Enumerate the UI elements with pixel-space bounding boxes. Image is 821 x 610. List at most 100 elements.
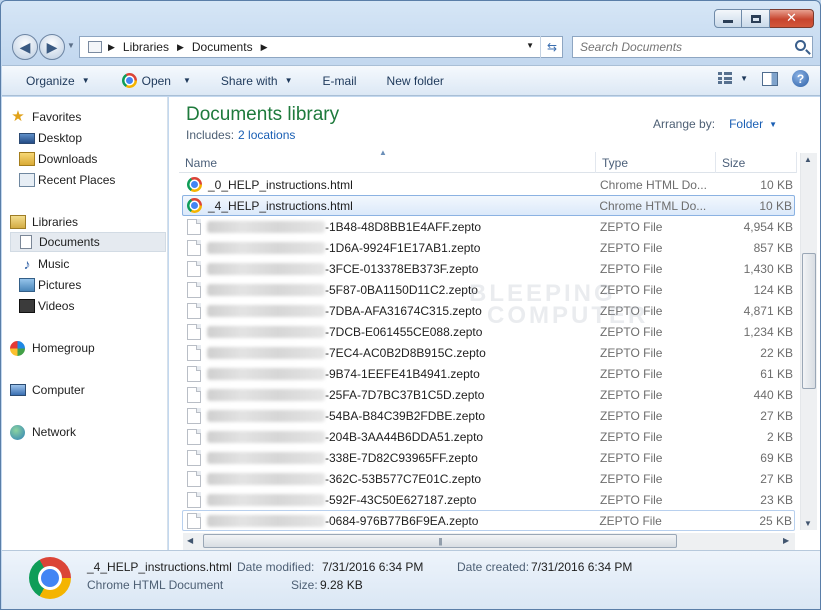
generic-file-icon [187, 302, 201, 319]
nav-downloads[interactable]: Downloads [10, 149, 166, 169]
new-folder-button[interactable]: New folder [367, 69, 454, 92]
breadcrumb-chevron-icon[interactable]: ▶ [261, 42, 268, 53]
table-row[interactable]: -9B74-1EEFE41B4941.zepto ZEPTO File 61 KB [183, 363, 795, 384]
file-name-cell: -204B-3AA44B6DDA51.zepto [183, 428, 596, 445]
nav-pictures[interactable]: Pictures [10, 275, 166, 295]
arrange-by: Arrange by: Folder ▼ [653, 117, 777, 131]
nav-label: Music [38, 257, 70, 271]
table-row[interactable]: -25FA-7D7BC37B1C5D.zepto ZEPTO File 440 KB [183, 384, 795, 405]
file-name-cell: _4_HELP_instructions.html [183, 198, 595, 213]
search-box[interactable] [572, 36, 813, 58]
search-icon[interactable] [795, 40, 806, 51]
file-name: -54BA-B84C39B2FDBE.zepto [325, 408, 486, 423]
generic-file-icon [187, 449, 201, 466]
search-input[interactable] [580, 40, 790, 54]
redacted-filename-prefix [207, 409, 325, 422]
change-view-icon[interactable] [718, 72, 734, 85]
arrange-by-dropdown[interactable]: Folder [729, 117, 763, 131]
nav-music[interactable]: ♪ Music [10, 254, 166, 274]
table-row[interactable]: -338E-7D82C93965FF.zepto ZEPTO File 69 KB [183, 447, 795, 468]
vertical-scroll-thumb[interactable] [802, 253, 816, 389]
scroll-down-icon[interactable]: ▼ [804, 519, 812, 528]
file-name: -7DCB-E061455CE088.zepto [325, 324, 483, 339]
table-row[interactable]: -0684-976B77B6F9EA.zepto ZEPTO File 25 KB [182, 510, 795, 531]
nav-recent-places[interactable]: Recent Places [10, 170, 166, 190]
table-row[interactable]: _4_HELP_instructions.html Chrome HTML Do.… [182, 195, 795, 216]
table-row[interactable]: _0_HELP_instructions.html Chrome HTML Do.… [183, 174, 795, 195]
breadcrumb-chevron-icon[interactable]: ▶ [108, 42, 115, 53]
table-row[interactable]: -362C-53B577C7E01C.zepto ZEPTO File 27 KB [183, 468, 795, 489]
address-dropdown-icon[interactable]: ▼ [526, 41, 534, 50]
refresh-button[interactable]: ⇆ [540, 36, 563, 58]
breadcrumb-libraries[interactable]: Libraries [123, 40, 169, 54]
close-button[interactable]: ✕ [770, 9, 814, 28]
horizontal-scrollbar[interactable]: ◀ ||| ▶ [183, 533, 795, 550]
nav-libraries[interactable]: Libraries [10, 212, 166, 232]
file-type: ZEPTO File [600, 345, 663, 360]
nav-computer[interactable]: Computer [10, 380, 166, 400]
maximize-button[interactable] [742, 9, 770, 28]
vertical-scrollbar[interactable]: ▲ ▼ [800, 153, 817, 530]
help-icon[interactable]: ? [792, 70, 809, 87]
nav-network[interactable]: Network [10, 422, 166, 442]
file-name: -0684-976B77B6F9EA.zepto [325, 513, 479, 528]
table-row[interactable]: -1B48-48D8BB1E4AFF.zepto ZEPTO File 4,954 … [183, 216, 795, 237]
generic-file-icon [187, 386, 201, 403]
back-button[interactable]: ◀ [12, 34, 38, 60]
forward-button[interactable]: ▶ [39, 34, 65, 60]
generic-file-icon [187, 239, 201, 256]
chevron-down-icon: ▼ [182, 76, 191, 85]
breadcrumb-chevron-icon[interactable]: ▶ [177, 42, 184, 53]
breadcrumb-documents[interactable]: Documents [192, 40, 253, 54]
organize-button[interactable]: Organize ▼ [2, 69, 100, 92]
table-row[interactable]: -7DCB-E061455CE088.zepto ZEPTO File 1,234 … [183, 321, 795, 342]
nav-favorites[interactable]: ★ Favorites [10, 107, 166, 127]
nav-homegroup[interactable]: Homegroup [10, 338, 166, 358]
file-name-cell: -1B48-48D8BB1E4AFF.zepto [183, 218, 596, 235]
file-name-cell: _0_HELP_instructions.html [183, 177, 596, 192]
column-header-name[interactable]: ▲ Name [179, 148, 596, 173]
open-button[interactable]: Open ▼ [100, 69, 201, 92]
table-row[interactable]: -3FCE-013378EB373F.zepto ZEPTO File 1,430 … [183, 258, 795, 279]
horizontal-scroll-thumb[interactable]: ||| [203, 534, 677, 548]
view-controls: ▼ ? [712, 70, 820, 87]
address-bar[interactable]: ▶ Libraries ▶ Documents ▶ ▼ [79, 36, 563, 58]
table-row[interactable]: -7DBA-AFA31674C315.zepto ZEPTO File 4,871 … [183, 300, 795, 321]
minimize-button[interactable] [714, 9, 742, 28]
nav-videos[interactable]: Videos [10, 296, 166, 316]
table-row[interactable]: -5F87-0BA1150D11C2.zepto ZEPTO File 124 KB [183, 279, 795, 300]
share-with-button[interactable]: Share with ▼ [201, 69, 303, 92]
nav-documents[interactable]: Documents [10, 232, 166, 252]
sort-ascending-icon: ▲ [379, 148, 387, 157]
table-row[interactable]: -54BA-B84C39B2FDBE.zepto ZEPTO File 27 KB [183, 405, 795, 426]
scroll-up-icon[interactable]: ▲ [804, 155, 812, 164]
scroll-right-icon[interactable]: ▶ [783, 536, 789, 545]
table-row[interactable]: -7EC4-AC0B2D8B915C.zepto ZEPTO File 22 KB [183, 342, 795, 363]
nav-desktop[interactable]: Desktop [10, 128, 166, 148]
file-name: -9B74-1EEFE41B4941.zepto [325, 366, 480, 381]
redacted-filename-prefix [207, 430, 325, 443]
file-name-cell: -0684-976B77B6F9EA.zepto [183, 512, 595, 529]
share-with-label: Share with [220, 73, 278, 88]
preview-pane-icon[interactable] [762, 71, 778, 86]
file-size: 22 KB [760, 345, 793, 360]
scroll-left-icon[interactable]: ◀ [187, 536, 193, 545]
column-header-type[interactable]: Type [596, 152, 716, 173]
recent-pages-dropdown[interactable]: ▼ [67, 41, 75, 50]
column-header-size[interactable]: Size [716, 152, 797, 173]
date-modified-label: Date modified: [237, 560, 315, 574]
table-row[interactable]: -204B-3AA44B6DDA51.zepto ZEPTO File 2 KB [183, 426, 795, 447]
file-type: Chrome HTML Do... [600, 177, 707, 192]
file-name: -592F-43C50E627187.zepto [325, 492, 477, 507]
locations-link[interactable]: 2 locations [238, 128, 295, 142]
file-size: 10 KB [760, 177, 793, 192]
table-row[interactable]: -1D6A-9924F1E17AB1.zepto ZEPTO File 857 KB [183, 237, 795, 258]
file-type: ZEPTO File [600, 219, 663, 234]
file-name: -7EC4-AC0B2D8B915C.zepto [325, 345, 486, 360]
redacted-filename-prefix [207, 283, 325, 296]
email-button[interactable]: E-mail [303, 69, 367, 92]
table-row[interactable]: -592F-43C50E627187.zepto ZEPTO File 23 KB [183, 489, 795, 510]
view-options-dropdown-icon[interactable]: ▼ [740, 74, 748, 83]
generic-file-icon [187, 470, 201, 487]
chevron-down-icon[interactable]: ▼ [769, 120, 777, 131]
